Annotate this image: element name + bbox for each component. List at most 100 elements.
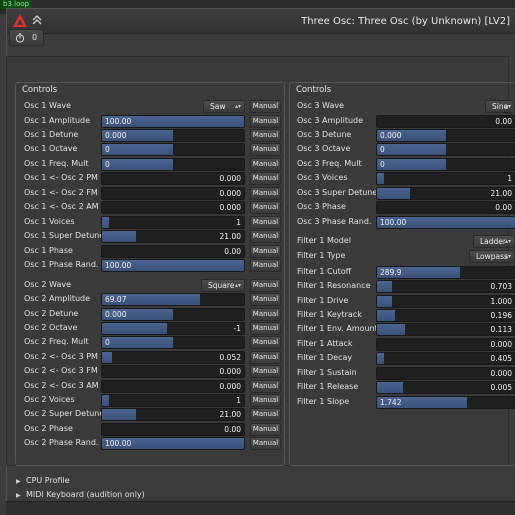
- filter1-drive-label: Filter 1 Drive: [297, 296, 349, 305]
- filter1-slope-label: Filter 1 Slope: [297, 397, 350, 406]
- ardour-logo-icon: [13, 14, 27, 27]
- osc2-super-detune-row: Osc 2 Super Detune 21.00 Manual: [0, 408, 515, 422]
- osc3-super-detune-row: Osc 3 Super Detune 21.00: [0, 187, 515, 201]
- osc3-amplitude-value: 0.00: [495, 117, 512, 126]
- osc3-freq-mult-slider-fill: [377, 159, 446, 170]
- filter1-attack-slider[interactable]: 0.000: [376, 338, 515, 351]
- filter1-decay-slider-fill: [377, 353, 384, 364]
- filter1-attack-label: Filter 1 Attack: [297, 339, 353, 348]
- filter1-env-amount-slider-fill: [377, 324, 405, 335]
- filter1-keytrack-slider-fill: [377, 310, 395, 321]
- osc3-phase-rand-value: 100.00: [380, 218, 407, 227]
- filter1-keytrack-label: Filter 1 Keytrack: [297, 310, 362, 319]
- filter1-env-amount-row: Filter 1 Env. Amount 0.113: [0, 323, 515, 337]
- osc3-phase-slider[interactable]: 0.00: [376, 201, 515, 214]
- filter1-sustain-value: 0.000: [490, 369, 512, 378]
- filter1-resonance-row: Filter 1 Resonance 0.703: [0, 280, 515, 294]
- osc3-phase-rand-slider[interactable]: 100.00: [376, 216, 515, 229]
- osc3-voices-slider-fill: [377, 173, 384, 184]
- osc3-octave-value: 0: [380, 145, 385, 154]
- filter1-decay-slider[interactable]: 0.405: [376, 352, 515, 365]
- filter1-slope-row: Filter 1 Slope 1.742: [0, 396, 515, 410]
- osc3-super-detune-value: 21.00: [490, 189, 512, 198]
- osc3-amplitude-slider[interactable]: 0.00: [376, 115, 515, 128]
- osc3-freq-mult-value: 0: [380, 160, 385, 169]
- filter1-decay-value: 0.405: [490, 354, 512, 363]
- osc3-octave-slider[interactable]: 0: [376, 143, 515, 156]
- midi-keyboard-expander[interactable]: ▶ MIDI Keyboard (audition only): [16, 490, 145, 499]
- filter1-type-selected: Lowpass: [476, 252, 508, 261]
- osc3-phase-label: Osc 3 Phase: [297, 202, 346, 211]
- filter1-model-label: Filter 1 Model: [297, 236, 352, 245]
- filter1-model-dropdown[interactable]: Ladder ▴▾: [473, 235, 515, 248]
- filter1-keytrack-value: 0.196: [490, 311, 512, 320]
- osc3-octave-label: Osc 3 Octave: [297, 144, 351, 153]
- expander-arrow-icon: ▶: [16, 492, 21, 499]
- status-bar: [6, 501, 515, 515]
- osc3-super-detune-label: Osc 3 Super Detune: [297, 188, 378, 197]
- osc2-phase-label: Osc 2 Phase: [24, 424, 73, 433]
- filter1-env-amount-value: 0.113: [490, 325, 512, 334]
- osc3-voices-slider[interactable]: 1: [376, 172, 515, 185]
- filter1-drive-slider[interactable]: 1.000: [376, 295, 515, 308]
- title-bar[interactable]: Three Osc: Three Osc (by Unknown) [LV2]: [7, 9, 515, 34]
- osc3-amplitude-label: Osc 3 Amplitude: [297, 116, 364, 125]
- filter1-drive-row: Filter 1 Drive 1.000: [0, 295, 515, 309]
- filter1-env-amount-label: Filter 1 Env. Amount: [297, 324, 378, 333]
- filter1-drive-slider-fill: [377, 296, 393, 307]
- osc2-phase-manual-button[interactable]: Manual: [250, 423, 281, 436]
- filter1-type-dropdown[interactable]: Lowpass ▴▾: [469, 250, 515, 263]
- expander-arrow-icon: ▶: [16, 478, 21, 485]
- filter1-release-slider[interactable]: 0.005: [376, 381, 515, 394]
- osc3-detune-row: Osc 3 Detune 0.000: [0, 129, 515, 143]
- filter1-type-row: Filter 1 Type Lowpass ▴▾: [0, 250, 515, 264]
- preset-button[interactable]: 0: [9, 29, 44, 46]
- preset-count: 0: [32, 33, 38, 42]
- osc2-phase-slider[interactable]: 0.00: [101, 423, 245, 436]
- osc3-phase-rand-row: Osc 3 Phase Rand. 100.00: [0, 216, 515, 230]
- filter1-sustain-label: Filter 1 Sustain: [297, 368, 357, 377]
- filter1-sustain-slider[interactable]: 0.000: [376, 367, 515, 380]
- filter1-resonance-slider[interactable]: 0.703: [376, 280, 515, 293]
- osc3-wave-row: Osc 3 Wave Sine ▴▾: [0, 100, 515, 114]
- filter1-sustain-row: Filter 1 Sustain 0.000: [0, 367, 515, 381]
- osc3-super-detune-slider[interactable]: 21.00: [376, 187, 515, 200]
- osc3-detune-value: 0.000: [380, 131, 402, 140]
- osc3-detune-label: Osc 3 Detune: [297, 130, 352, 139]
- filter1-keytrack-slider[interactable]: 0.196: [376, 309, 515, 322]
- controls-heading-right: Controls: [295, 85, 333, 95]
- osc3-amplitude-row: Osc 3 Amplitude 0.00: [0, 115, 515, 129]
- filter1-release-value: 0.005: [490, 383, 512, 392]
- osc3-wave-dropdown[interactable]: Sine ▴▾: [485, 100, 515, 113]
- timer-icon: [15, 33, 25, 43]
- filter1-attack-value: 0.000: [490, 340, 512, 349]
- filter1-cutoff-slider[interactable]: 289.9: [376, 266, 515, 279]
- osc3-phase-rand-label: Osc 3 Phase Rand.: [297, 217, 372, 226]
- chevron-up-icon[interactable]: [31, 14, 43, 26]
- filter1-slope-slider[interactable]: 1.742: [376, 396, 515, 409]
- chevron-updown-icon: ▴▾: [504, 253, 511, 260]
- osc2-super-detune-slider-fill: [102, 409, 137, 420]
- osc2-phase-rand-label: Osc 2 Phase Rand.: [24, 438, 99, 447]
- filter1-release-slider-fill: [377, 382, 404, 393]
- cpu-profile-label: CPU Profile: [26, 476, 70, 485]
- osc3-voices-row: Osc 3 Voices 1: [0, 172, 515, 186]
- filter1-slope-value: 1.742: [380, 398, 402, 407]
- osc3-freq-mult-label: Osc 3 Freq. Mult: [297, 159, 362, 168]
- filter1-type-label: Filter 1 Type: [297, 251, 346, 260]
- osc3-freq-mult-slider[interactable]: 0: [376, 158, 515, 171]
- osc3-detune-slider[interactable]: 0.000: [376, 129, 515, 142]
- filter1-release-row: Filter 1 Release 0.005: [0, 381, 515, 395]
- cpu-profile-expander[interactable]: ▶ CPU Profile: [16, 476, 70, 485]
- osc2-phase-row: Osc 2 Phase 0.00 Manual: [0, 423, 515, 437]
- filter1-attack-row: Filter 1 Attack 0.000: [0, 338, 515, 352]
- osc2-phase-rand-manual-button[interactable]: Manual: [250, 437, 281, 450]
- filter1-keytrack-row: Filter 1 Keytrack 0.196: [0, 309, 515, 323]
- filter1-env-amount-slider[interactable]: 0.113: [376, 323, 515, 336]
- filter1-resonance-value: 0.703: [490, 282, 512, 291]
- filter1-decay-row: Filter 1 Decay 0.405: [0, 352, 515, 366]
- osc3-octave-slider-fill: [377, 144, 446, 155]
- filter1-decay-label: Filter 1 Decay: [297, 353, 353, 362]
- osc3-wave-label: Osc 3 Wave: [297, 101, 344, 110]
- osc2-phase-rand-slider[interactable]: 100.00: [101, 437, 245, 450]
